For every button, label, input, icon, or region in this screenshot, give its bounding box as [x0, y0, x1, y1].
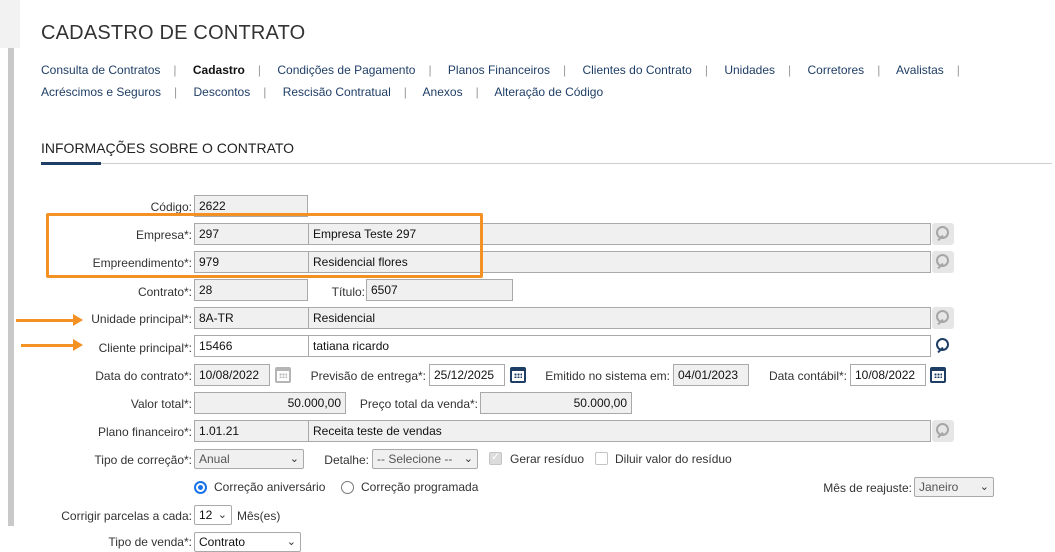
search-icon	[932, 223, 954, 245]
data-contabil-input[interactable]: 10/08/2022	[850, 364, 926, 386]
cliente-code-input[interactable]: 15466	[194, 335, 309, 357]
previsao-input[interactable]: 25/12/2025	[429, 364, 505, 386]
search-icon	[932, 307, 954, 329]
data-contrato-field: 10/08/2022	[194, 364, 270, 386]
tab-cadastro[interactable]: Cadastro	[193, 63, 245, 77]
gerar-residuo-checkbox	[489, 450, 502, 465]
nav-row-1: Consulta de Contratos | Cadastro | Condiçõ…	[41, 63, 960, 77]
mes-reajuste-label: Mês de reajuste:	[823, 481, 912, 495]
gerar-residuo-label: Gerar resíduo	[510, 452, 585, 466]
unidade-name-field: Residencial	[308, 307, 931, 329]
titulo-field: 6507	[366, 279, 513, 301]
data-contrato-label: Data do contrato*:	[95, 369, 192, 383]
corrigir-select[interactable]: 12 ⌄	[194, 505, 232, 525]
plano-code-field: 1.01.21	[194, 420, 309, 442]
section-accent	[41, 162, 101, 165]
cliente-name-input[interactable]: tatiana ricardo	[308, 335, 931, 357]
calendar-icon[interactable]	[510, 367, 526, 383]
tipo-correcao-select: Anual ⌄	[194, 449, 304, 469]
tab-condicoes-pagamento[interactable]: Condições de Pagamento	[277, 63, 415, 77]
emitido-field: 04/01/2023	[673, 364, 749, 386]
nav-row-2: Acréscimos e Seguros | Descontos | Rescisã…	[41, 85, 604, 99]
tab-alteracao-codigo[interactable]: Alteração de Código	[494, 85, 603, 99]
correcao-aniversario-label: Correção aniversário	[214, 480, 326, 494]
diluir-label: Diluir valor do resíduo	[615, 452, 732, 466]
tipo-correcao-label: Tipo de correção*:	[94, 453, 192, 467]
detalhe-value: -- Selecione --	[377, 452, 453, 466]
tab-clientes-contrato[interactable]: Clientes do Contrato	[582, 63, 691, 77]
chevron-down-icon: ⌄	[979, 481, 989, 493]
mes-reajuste-select: Janeiro ⌄	[914, 477, 994, 497]
tipo-correcao-value: Anual	[199, 452, 230, 466]
data-contabil-label: Data contábil*:	[768, 369, 847, 383]
chevron-down-icon: ⌄	[286, 536, 296, 548]
cliente-label: Cliente principal*:	[98, 341, 192, 355]
tipo-venda-value: Contrato	[199, 535, 246, 549]
section-title: INFORMAÇÕES SOBRE O CONTRATO	[41, 140, 295, 156]
tipo-venda-select[interactable]: Contrato ⌄	[194, 532, 301, 552]
arrow-right-icon	[16, 314, 83, 326]
contrato-label: Contrato*:	[137, 285, 192, 299]
tipo-venda-label: Tipo de venda*:	[108, 535, 192, 549]
chevron-down-icon: ⌄	[289, 453, 299, 465]
previsao-label: Previsão de entrega*:	[310, 369, 426, 383]
diluir-checkbox	[595, 452, 608, 465]
correcao-aniversario-radio[interactable]	[194, 481, 207, 494]
search-icon[interactable]	[932, 335, 954, 357]
section-divider	[41, 163, 1052, 164]
chevron-down-icon: ⌄	[217, 509, 227, 521]
tab-rescisao[interactable]: Rescisão Contratual	[283, 85, 391, 99]
search-icon	[932, 251, 954, 273]
plano-label: Plano financeiro*:	[97, 425, 192, 439]
valor-total-label: Valor total*:	[130, 397, 192, 411]
contrato-field: 28	[194, 279, 308, 301]
tab-consulta-contratos[interactable]: Consulta de Contratos	[41, 63, 160, 77]
tab-unidades[interactable]: Unidades	[724, 63, 775, 77]
emitido-label: Emitido no sistema em:	[545, 369, 670, 383]
top-left-bar	[0, 0, 20, 48]
correcao-programada-label: Correção programada	[361, 480, 479, 494]
codigo-label: Código:	[150, 200, 192, 214]
tab-avalistas[interactable]: Avalistas	[896, 63, 944, 77]
tab-anexos[interactable]: Anexos	[423, 85, 463, 99]
highlight-box	[46, 213, 483, 278]
detalhe-label: Detalhe:	[324, 453, 369, 467]
corrigir-unit: Mês(es)	[237, 509, 281, 523]
tab-descontos[interactable]: Descontos	[194, 85, 251, 99]
search-icon	[932, 420, 954, 442]
calendar-icon[interactable]	[930, 367, 946, 383]
tab-planos-financeiros[interactable]: Planos Financeiros	[448, 63, 550, 77]
tab-acrescimos-seguros[interactable]: Acréscimos e Seguros	[41, 85, 161, 99]
preco-total-label: Preço total da venda*:	[359, 397, 478, 411]
titulo-label: Título:	[331, 285, 365, 299]
left-scroll-bar	[8, 48, 14, 526]
page-title: CADASTRO DE CONTRATO	[41, 22, 306, 44]
valor-total-field: 50.000,00	[194, 392, 346, 414]
calendar-icon	[275, 367, 291, 383]
chevron-down-icon: ⌄	[463, 453, 473, 465]
mes-reajuste-value: Janeiro	[919, 480, 959, 494]
plano-name-field: Receita teste de vendas	[308, 420, 931, 442]
corrigir-label: Corrigir parcelas a cada:	[61, 509, 192, 523]
preco-total-field: 50.000,00	[480, 392, 632, 414]
detalhe-select: -- Selecione -- ⌄	[372, 449, 478, 469]
unidade-code-field: 8A-TR	[194, 307, 309, 329]
correcao-programada-radio[interactable]	[341, 481, 354, 494]
unidade-label: Unidade principal*:	[91, 312, 192, 326]
tab-corretores[interactable]: Corretores	[808, 63, 865, 77]
corrigir-value: 12	[199, 508, 213, 522]
arrow-right-icon	[21, 339, 83, 351]
